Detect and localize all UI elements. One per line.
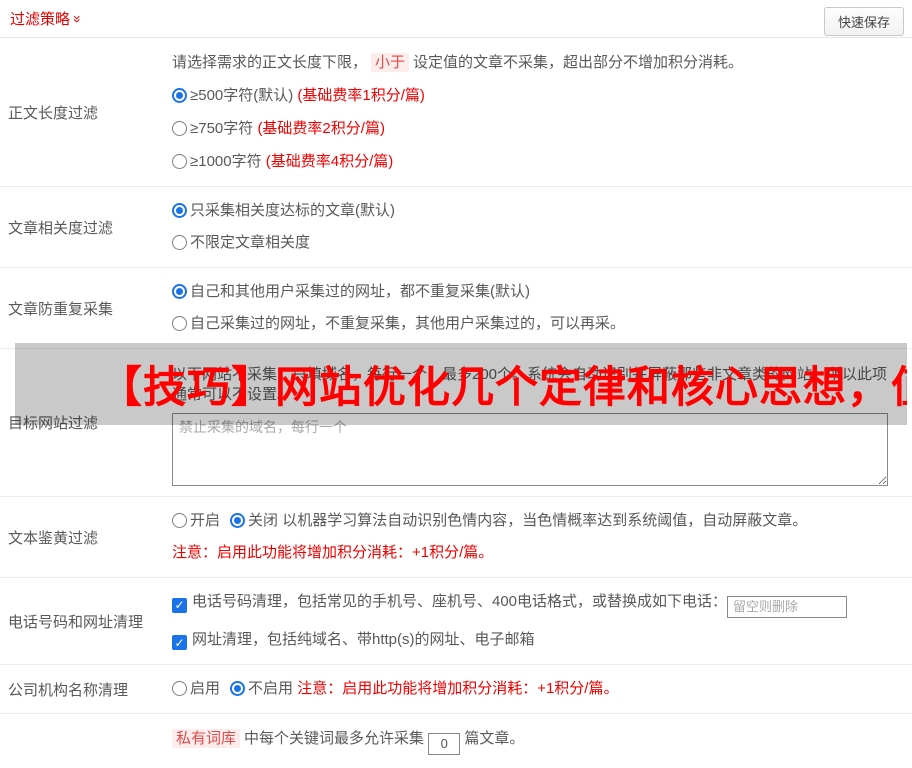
radio-icon[interactable] [172,316,187,331]
porn-filter-warning: 注意：启用此功能将增加积分消耗：+1积分/篇。 [172,544,494,561]
intro-suffix: 设定值的文章不采集，超出部分不增加积分消耗。 [413,53,744,71]
row-body-length-filter: 正文长度过滤 请选择需求的正文长度下限， 小于 设定值的文章不采集，超出部分不增加积… [0,38,912,187]
row-content: 自己和其他用户采集过的网址，都不重复采集(默认) 自己采集过的网址，不重复采集，… [172,268,912,348]
row-keyword-dedupe: 关键词防重复采集 私有词库中每个关键词最多允许采集 篇文章。 如果留空或设为0，… [0,714,912,768]
radio-option-dedupe-own[interactable]: 自己采集过的网址，不重复采集，其他用户采集过的，可以再采。 [172,314,902,334]
top-bar: 过滤策略 » 快速保存 [0,0,912,38]
radio-label: 启用 [190,680,221,697]
radio-label: 不限定文章相关度 [190,234,311,251]
replacement-phone-input[interactable] [727,595,848,618]
row-label: 关键词防重复采集 [0,714,172,768]
row-label: 文章相关度过滤 [8,219,114,237]
checkbox-icon[interactable] [172,597,187,613]
radio-option-company-on[interactable]: 启用 [172,680,220,697]
company-cleanup-options: 启用 不启用 注意：启用此功能将增加积分消耗：+1积分/篇。 [172,679,902,699]
quick-save-button[interactable]: 快速保存 [823,7,904,36]
row-porn-filter: 文本鉴黄过滤 开启 关闭 以机器学习算法自动识别色情内容，当色情概率达到系统阈值，… [0,497,912,578]
fee-note: (基础费率1积分/篇) [297,86,425,104]
fee-note: (基础费率4积分/篇) [265,152,394,170]
radio-option-company-off[interactable]: 不启用 [230,680,293,697]
row-content: 启用 不启用 注意：启用此功能将增加积分消耗：+1积分/篇。 [172,665,912,713]
radio-icon[interactable] [230,513,246,528]
radio-label: 自己和其他用户采集过的网址，都不重复采集(默认) [190,283,530,300]
row-content: 请选择需求的正文长度下限， 小于 设定值的文章不采集，超出部分不增加积分消耗。 ≥5… [172,38,912,186]
checkbox-label: 电话号码清理，包括常见的手机号、座机号、400电话格式，或替换成如下电话： [192,593,728,610]
row-content: 只采集相关度达标的文章(默认) 不限定文章相关度 [172,187,912,267]
radio-icon[interactable] [172,235,187,250]
row-content: 开启 关闭 以机器学习算法自动识别色情内容，当色情概率达到系统阈值，自动屏蔽文章。… [172,497,912,577]
fee-note: (基础费率2积分/篇) [257,119,385,137]
keyword-limit-text: 中每个关键词最多允许采集 [244,730,425,747]
radio-label: 只采集相关度达标的文章(默认) [190,202,395,219]
double-chevron-down-icon[interactable]: » [70,15,86,23]
radio-icon[interactable] [172,87,187,103]
keyword-limit-line: 私有词库中每个关键词最多允许采集 篇文章。 [172,729,902,755]
radio-label: 自己采集过的网址，不重复采集，其他用户采集过的，可以再采。 [190,315,626,332]
row-label: 文章防重复采集 [8,300,114,318]
radio-icon[interactable] [172,203,187,218]
radio-option-porn-off[interactable]: 关闭 [230,512,278,529]
checkbox-option-phone-cleanup[interactable]: 电话号码清理，包括常见的手机号、座机号、400电话格式，或替换成如下电话： [172,592,902,618]
body-length-intro: 请选择需求的正文长度下限， 小于 设定值的文章不采集，超出部分不增加积分消耗。 [172,52,902,73]
keyword-limit-suffix: 篇文章。 [464,730,525,747]
row-label: 公司机构名称清理 [8,681,129,699]
radio-icon[interactable] [172,120,187,136]
checkbox-label: 网址清理，包括纯域名、带http(s)的网址、电子邮箱 [192,630,535,648]
radio-option-750[interactable]: ≥750字符 (基础费率2积分/篇) [172,119,902,139]
intro-prefix: 请选择需求的正文长度下限， [172,53,368,71]
radio-icon[interactable] [172,513,187,528]
row-label: 电话号码和网址清理 [8,613,144,631]
radio-label: 不启用 [248,680,294,697]
radio-option-1000[interactable]: ≥1000字符 (基础费率4积分/篇) [172,152,902,172]
checkbox-option-url-cleanup[interactable]: 网址清理，包括纯域名、带http(s)的网址、电子邮箱 [172,630,902,650]
row-content: 私有词库中每个关键词最多允许采集 篇文章。 如果留空或设为0，则不限篇数。 如果… [172,714,912,768]
keyword-limit-input[interactable] [428,732,461,755]
company-cleanup-warning: 注意：启用此功能将增加积分消耗：+1积分/篇。 [297,680,619,697]
radio-option-dedupe-all[interactable]: 自己和其他用户采集过的网址，都不重复采集(默认) [172,282,902,302]
row-phone-url-cleanup: 电话号码和网址清理 电话号码清理，包括常见的手机号、座机号、400电话格式，或替… [0,578,912,665]
radio-option-relevance-default[interactable]: 只采集相关度达标的文章(默认) [172,201,902,221]
radio-label: ≥500字符(默认) [190,86,294,104]
checkbox-icon[interactable] [172,635,187,650]
row-relevance-filter: 文章相关度过滤 只采集相关度达标的文章(默认) 不限定文章相关度 [0,187,912,268]
porn-filter-options: 开启 关闭 以机器学习算法自动识别色情内容，当色情概率达到系统阈值，自动屏蔽文章。 [172,511,902,531]
row-label: 文本鉴黄过滤 [8,529,99,547]
radio-label: 开启 [190,512,221,529]
radio-option-porn-on[interactable]: 开启 [172,512,220,529]
page-title: 过滤策略 [10,11,71,28]
radio-icon[interactable] [172,284,187,299]
private-lexicon-tag: 私有词库 [172,729,241,748]
radio-icon[interactable] [172,681,187,696]
radio-icon[interactable] [230,681,246,696]
radio-option-relevance-any[interactable]: 不限定文章相关度 [172,233,902,253]
filter-strategy-page: 过滤策略 » 快速保存 正文长度过滤 请选择需求的正文长度下限， 小于 设定值的文章… [0,0,912,768]
radio-label: ≥750字符 [190,119,254,137]
radio-label: 关闭 [248,512,279,529]
less-than-tag: 小于 [371,52,410,72]
marquee-headline[interactable]: 【技巧】网站优化几个定律和核心思想，值得 [15,353,907,415]
porn-filter-desc: 以机器学习算法自动识别色情内容，当色情概率达到系统阈值，自动屏蔽文章。 [282,512,808,529]
radio-icon[interactable] [172,153,187,169]
marquee-overlay: 【技巧】网站优化几个定律和核心思想，值得 [15,343,907,425]
row-content: 电话号码清理，包括常见的手机号、座机号、400电话格式，或替换成如下电话： 网址… [172,578,912,664]
row-label: 正文长度过滤 [8,104,99,122]
radio-option-500[interactable]: ≥500字符(默认) (基础费率1积分/篇) [172,86,902,106]
row-company-name-cleanup: 公司机构名称清理 启用 不启用 注意：启用此功能将增加积分消耗：+1积分/篇。 [0,665,912,714]
row-dedupe-collection: 文章防重复采集 自己和其他用户采集过的网址，都不重复采集(默认) 自己采集过的网… [0,268,912,349]
radio-label: ≥1000字符 [190,152,262,170]
